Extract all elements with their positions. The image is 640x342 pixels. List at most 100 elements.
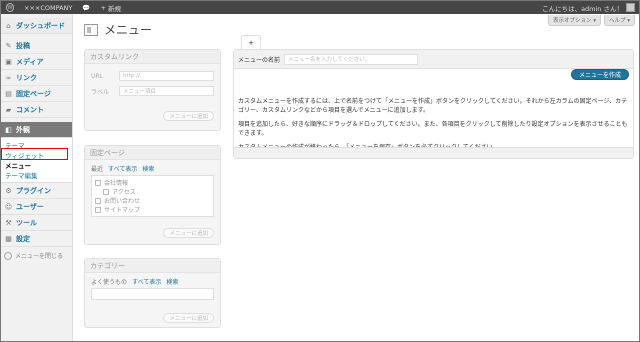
- link-text-input[interactable]: メニュー項目: [119, 86, 214, 96]
- custom-link-box: カスタムリンク URL http:// ラベル メニュー項目 メニューに追加: [84, 49, 221, 131]
- tab-most-used[interactable]: よく使うもの: [91, 277, 127, 286]
- sidebar-item-settings[interactable]: ▦ 設定: [1, 231, 72, 247]
- link-icon: ∞: [5, 73, 12, 82]
- add-pages-button[interactable]: メニューに追加: [163, 228, 214, 238]
- sidebar-item-label: ダッシュボード: [16, 21, 65, 30]
- sidebar-item-label: メディア: [16, 57, 44, 66]
- screen-meta: 表示オプション ▾ ヘルプ ▾: [545, 15, 635, 26]
- item-label: 会社情報: [104, 180, 129, 187]
- custom-link-title[interactable]: カスタムリンク: [85, 50, 220, 64]
- instruction-text: 項目を追加したら、好きな順序にドラッグ＆ドロップしてください。また、各項目をクリ…: [238, 121, 628, 137]
- media-icon: ▣: [5, 57, 12, 66]
- comments-icon[interactable]: 💬: [77, 1, 95, 14]
- item-label: サイトマップ: [104, 207, 141, 214]
- site-name-link[interactable]: ×××COMPANY: [19, 1, 77, 14]
- categories-box: カテゴリー よく使うもの すべて表示 検索 メニューに追加: [84, 258, 221, 328]
- pages-box: 固定ページ 最近 すべて表示 検索 会社情報 アクセス お問い合わせ サイトマッ…: [84, 145, 221, 245]
- tab-recent[interactable]: 最近: [91, 164, 103, 173]
- list-item[interactable]: 会社情報: [95, 178, 210, 187]
- admin-bar: W ×××COMPANY 💬 + 新規 こんにちは、admin さん！: [1, 1, 639, 14]
- menu-highlight-box: [1, 148, 68, 160]
- sidebar-item-pages[interactable]: ▤ 固定ページ: [1, 86, 72, 102]
- checkbox[interactable]: [95, 179, 101, 186]
- sidebar-item-appearance[interactable]: ◧ 外観: [1, 122, 72, 138]
- tab-search[interactable]: 検索: [142, 164, 154, 173]
- item-label: お問い合わせ: [104, 198, 141, 205]
- appearance-submenu: テーマ ウィジェット メニュー テーマ編集: [1, 138, 72, 183]
- admin-sidebar: ⌂ ダッシュボード ✎ 投稿 ▣ メディア ∞ リンク ▤ 固定ページ ▰ コメント ◧ 外観…: [1, 14, 73, 341]
- avatar: [626, 3, 635, 12]
- item-label: アクセス: [112, 189, 136, 196]
- categories-tabs: よく使うもの すべて表示 検索: [91, 277, 214, 286]
- list-item[interactable]: お問い合わせ: [95, 196, 210, 205]
- dashboard-icon: ⌂: [6, 21, 11, 30]
- sidebar-item-tools[interactable]: ⚒ ツール: [1, 215, 72, 231]
- sidebar-item-links[interactable]: ∞ リンク: [1, 70, 72, 86]
- sidebar-item-label: コメント: [16, 105, 44, 114]
- sidebar-item-label: ツール: [16, 218, 37, 227]
- sidebar-item-label: 設定: [16, 234, 30, 243]
- pin-icon: ✎: [5, 41, 12, 50]
- sidebar-item-dashboard[interactable]: ⌂ ダッシュボード: [1, 18, 72, 34]
- checkbox[interactable]: [95, 206, 101, 213]
- sidebar-item-comments[interactable]: ▰ コメント: [1, 102, 72, 118]
- menu-name-input[interactable]: メニュー名を入力してください。: [284, 53, 419, 65]
- submenu-menus[interactable]: メニュー: [1, 160, 72, 170]
- sidebar-item-label: プラグイン: [16, 186, 51, 195]
- sidebar-item-posts[interactable]: ✎ 投稿: [1, 38, 72, 54]
- sidebar-item-label: 固定ページ: [16, 89, 51, 98]
- tab-search[interactable]: 検索: [166, 277, 178, 286]
- appearance-icon: ◧: [5, 125, 12, 134]
- sidebar-item-media[interactable]: ▣ メディア: [1, 54, 72, 70]
- menu-footer: [234, 147, 633, 158]
- pages-box-title[interactable]: 固定ページ: [85, 146, 220, 160]
- comment-icon: ▰: [5, 105, 12, 114]
- url-input[interactable]: http://: [119, 71, 214, 81]
- new-content-button[interactable]: + 新規: [95, 1, 126, 14]
- sidebar-item-label: ユーザー: [16, 202, 44, 211]
- submenu-theme-editor[interactable]: テーマ編集: [1, 170, 72, 180]
- users-icon: ☺: [4, 202, 13, 211]
- list-item[interactable]: アクセス: [95, 187, 210, 196]
- sidebar-item-users[interactable]: ☺ ユーザー: [1, 199, 72, 215]
- new-label: 新規: [108, 4, 121, 13]
- tab-view-all[interactable]: すべて表示: [108, 164, 137, 173]
- collapse-menu-button[interactable]: メニューを閉じる: [1, 247, 72, 264]
- create-menu-button[interactable]: メニューを作成: [570, 69, 629, 80]
- pages-checklist: 会社情報 アクセス お問い合わせ サイトマップ: [91, 175, 214, 217]
- checkbox[interactable]: [95, 197, 101, 204]
- page-title: メニュー: [104, 23, 153, 37]
- menu-name-label: メニューの名前: [238, 56, 281, 64]
- menu-name-row: メニューの名前 メニュー名を入力してください。: [234, 50, 633, 69]
- sidebar-item-label: 外観: [16, 125, 30, 134]
- link-text-label: ラベル: [91, 88, 110, 96]
- checkbox[interactable]: [103, 188, 109, 195]
- categories-checklist: [91, 288, 214, 300]
- instruction-text: カスタムメニューを作成するには、上で名前をつけて「メニューを作成」ボタンをクリッ…: [238, 98, 628, 114]
- add-categories-button[interactable]: メニューに追加: [163, 313, 214, 323]
- help-button[interactable]: ヘルプ ▾: [603, 15, 635, 26]
- menu-management: メニューの名前 メニュー名を入力してください。 メニューを作成 カスタムメニュー…: [233, 49, 634, 159]
- plugin-icon: ⚙: [5, 186, 12, 195]
- sidebar-item-plugins[interactable]: ⚙ プラグイン: [1, 183, 72, 199]
- account-menu[interactable]: こんにちは、admin さん！: [542, 1, 635, 14]
- page-header: メニュー: [84, 21, 152, 38]
- categories-box-title[interactable]: カテゴリー: [85, 259, 220, 273]
- list-item[interactable]: サイトマップ: [95, 205, 210, 214]
- tools-icon: ⚒: [5, 218, 12, 227]
- sidebar-item-label: リンク: [16, 73, 37, 82]
- collapse-label: メニューを閉じる: [15, 253, 64, 260]
- pages-tabs: 最近 すべて表示 検索: [91, 164, 214, 173]
- greeting-text: こんにちは、admin さん！: [542, 4, 623, 13]
- tab-view-all[interactable]: すべて表示: [132, 277, 161, 286]
- url-label: URL: [91, 72, 103, 80]
- page-icon: ▤: [5, 89, 12, 98]
- settings-icon: ▦: [5, 234, 12, 243]
- add-custom-link-button[interactable]: メニューに追加: [163, 111, 214, 121]
- wordpress-logo-icon[interactable]: W: [1, 1, 19, 14]
- collapse-icon: [4, 251, 12, 260]
- plus-icon: +: [100, 3, 108, 12]
- screen-options-button[interactable]: 表示オプション ▾: [547, 15, 601, 26]
- add-menu-tab[interactable]: +: [241, 35, 261, 49]
- sidebar-item-label: 投稿: [16, 41, 30, 50]
